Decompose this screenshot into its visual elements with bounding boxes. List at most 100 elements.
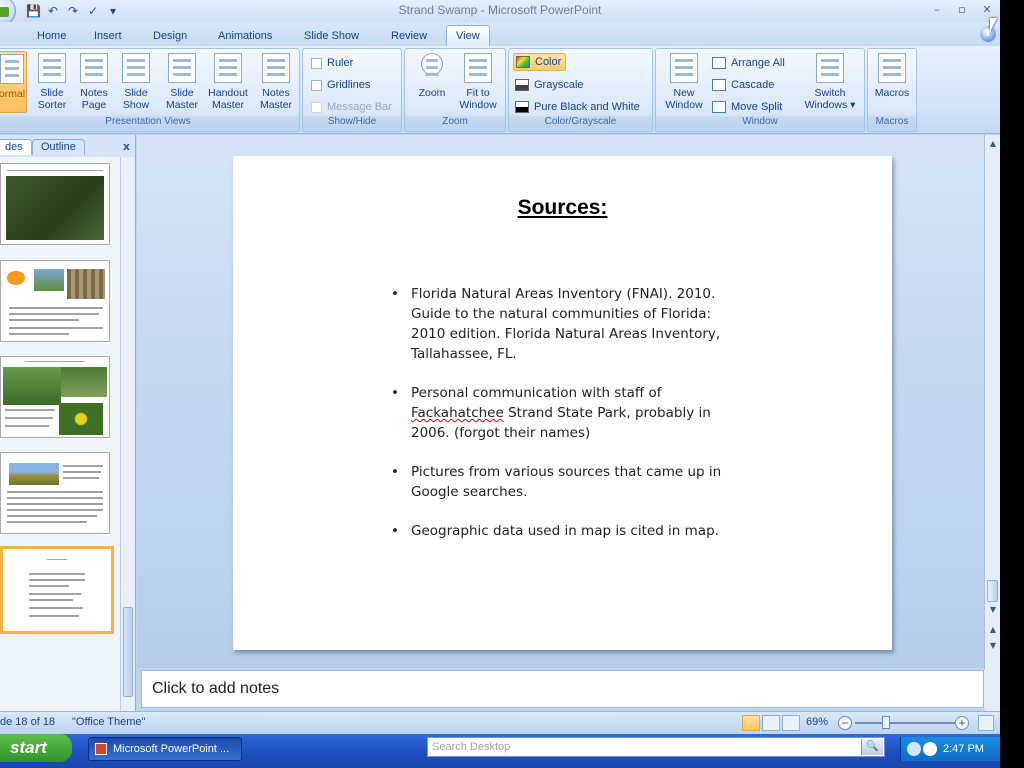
fit-slide-icon[interactable] [978, 715, 994, 731]
handout-master-icon [214, 53, 242, 83]
tab-review[interactable]: Review [391, 26, 427, 46]
fit-to-window-button[interactable]: Fit to Window [455, 51, 501, 113]
thumbnail-text-line [29, 585, 69, 587]
thumbnail-text-line [9, 333, 69, 335]
slide-show-icon [122, 53, 150, 83]
thumbnail-text-line [29, 615, 79, 617]
start-button[interactable]: start [0, 734, 72, 762]
next-slide-icon[interactable]: ▼ [988, 641, 998, 650]
tab-view[interactable]: View [446, 25, 490, 47]
zoom-level[interactable]: 69% [806, 716, 828, 728]
thumbnail-picture [59, 403, 103, 435]
group-color-grayscale: Color Grayscale Pure Black and White Col… [508, 48, 653, 132]
new-window-button[interactable]: New Window [660, 51, 708, 113]
color-swatch-icon [516, 56, 530, 68]
tab-design[interactable]: Design [153, 26, 187, 46]
move-split-button[interactable]: Move Split [712, 98, 782, 116]
zoom-button[interactable]: Zoom [411, 51, 453, 113]
grayscale-icon [515, 79, 529, 91]
notes-scrollbar[interactable] [984, 670, 1000, 710]
thumbnail-picture [9, 463, 59, 485]
network-icon[interactable] [923, 742, 937, 756]
grayscale-button[interactable]: Grayscale [515, 76, 584, 94]
message-bar-checkbox[interactable]: Message Bar [311, 98, 392, 116]
notes-master-icon [262, 53, 290, 83]
restore-button[interactable]: ▫ [953, 2, 971, 18]
minimize-button[interactable]: – [928, 2, 946, 18]
title-bar: 💾 ↶ ↷ ✓ ▾ Strand Swamp - Microsoft Power… [0, 0, 1000, 26]
group-macros: Macros Macros [867, 48, 917, 132]
slides-pane-scroll-thumb[interactable] [123, 607, 133, 697]
normal-view-status-button[interactable] [742, 715, 760, 731]
ruler-checkbox[interactable]: Ruler [311, 54, 353, 72]
system-tray: 2:47 PM [900, 737, 1000, 761]
zoom-out-icon[interactable]: − [838, 716, 852, 730]
scroll-up-icon[interactable]: ▲ [988, 139, 998, 148]
slide-title[interactable]: Sources: [233, 196, 892, 220]
slide-thumbnail[interactable] [0, 163, 110, 245]
screen-edge [1000, 0, 1024, 768]
group-label-zoom: Zoom [405, 116, 505, 130]
thumbnail-text-line [29, 607, 83, 609]
status-bar: de 18 of 18 "Office Theme" 69% − + [0, 711, 1000, 734]
zoom-slider-track[interactable] [855, 722, 955, 724]
arrange-all-button[interactable]: Arrange All [712, 54, 785, 72]
slide-vertical-scrollbar[interactable]: ▲ ▼ ▲ ▼ [984, 135, 1000, 711]
slide-canvas[interactable]: Sources: Florida Natural Areas Inventory… [233, 156, 892, 650]
thumbnail-picture [61, 367, 107, 397]
new-window-icon [670, 53, 698, 83]
thumbnail-text-line [63, 465, 103, 467]
handout-master-button[interactable]: Handout Master [203, 51, 253, 113]
thumbnail-picture [7, 271, 25, 285]
normal-view-button[interactable]: ormal [0, 51, 27, 113]
thumbnail-title-line [7, 170, 103, 171]
zoom-slider-knob[interactable] [882, 716, 890, 729]
macros-button[interactable]: Macros [871, 51, 913, 113]
bullet-list[interactable]: Florida Natural Areas Inventory (FNAI). … [391, 284, 731, 560]
slide-scroll-thumb[interactable] [987, 580, 998, 602]
bullet-item: Pictures from various sources that came … [391, 462, 731, 502]
slide-sorter-button[interactable]: Slide Sorter [31, 51, 73, 113]
zoom-in-icon[interactable]: + [955, 716, 969, 730]
slides-pane: des Outline x [0, 135, 136, 711]
slide-sorter-status-button[interactable] [762, 715, 780, 731]
notes-page-button[interactable]: Notes Page [73, 51, 115, 113]
tab-slides[interactable]: des [0, 139, 32, 155]
color-button[interactable]: Color [513, 53, 567, 71]
tray-arrow-icon[interactable] [907, 742, 921, 756]
clock[interactable]: 2:47 PM [943, 737, 984, 761]
slide-thumbnail[interactable] [0, 260, 110, 342]
taskbar-powerpoint-item[interactable]: Microsoft PowerPoint ... [88, 737, 242, 761]
cascade-button[interactable]: Cascade [712, 76, 774, 94]
pure-black-white-button[interactable]: Pure Black and White [515, 98, 640, 116]
previous-slide-icon[interactable]: ▲ [988, 625, 998, 634]
group-label-color-grayscale: Color/Grayscale [509, 116, 652, 130]
group-show-hide: Ruler Gridlines Message Bar Show/Hide [302, 48, 402, 132]
close-pane-icon[interactable]: x [123, 140, 130, 153]
thumbnail-title-line [47, 559, 67, 560]
close-button[interactable]: ✕ [978, 2, 996, 18]
search-icon[interactable]: 🔍 [861, 739, 883, 755]
thumbnail-text-line [5, 409, 55, 411]
notes-page-icon [80, 53, 108, 83]
slide-show-status-button[interactable] [782, 715, 800, 731]
slide-thumbnail[interactable] [0, 452, 110, 534]
switch-windows-button[interactable]: Switch Windows ▾ [800, 51, 860, 113]
slides-pane-scrollbar[interactable] [120, 157, 135, 711]
tab-home[interactable]: Home [37, 26, 66, 46]
tab-animations[interactable]: Animations [218, 26, 272, 46]
slide-show-button[interactable]: Slide Show [115, 51, 157, 113]
slide-thumbnail[interactable] [0, 356, 110, 438]
tab-insert[interactable]: Insert [94, 26, 122, 46]
notes-pane[interactable]: Click to add notes [141, 670, 984, 708]
scroll-down-icon[interactable]: ▼ [988, 605, 998, 614]
switch-windows-icon [816, 53, 844, 83]
slide-master-button[interactable]: Slide Master [161, 51, 203, 113]
gridlines-checkbox[interactable]: Gridlines [311, 76, 370, 94]
tab-slide-show[interactable]: Slide Show [304, 26, 359, 46]
notes-master-button[interactable]: Notes Master [255, 51, 297, 113]
thumbnail-text-line [7, 503, 103, 505]
desktop-search-input[interactable]: Search Desktop 🔍 [427, 737, 885, 757]
tab-outline[interactable]: Outline [32, 139, 85, 155]
slide-thumbnail-selected[interactable] [0, 546, 114, 634]
